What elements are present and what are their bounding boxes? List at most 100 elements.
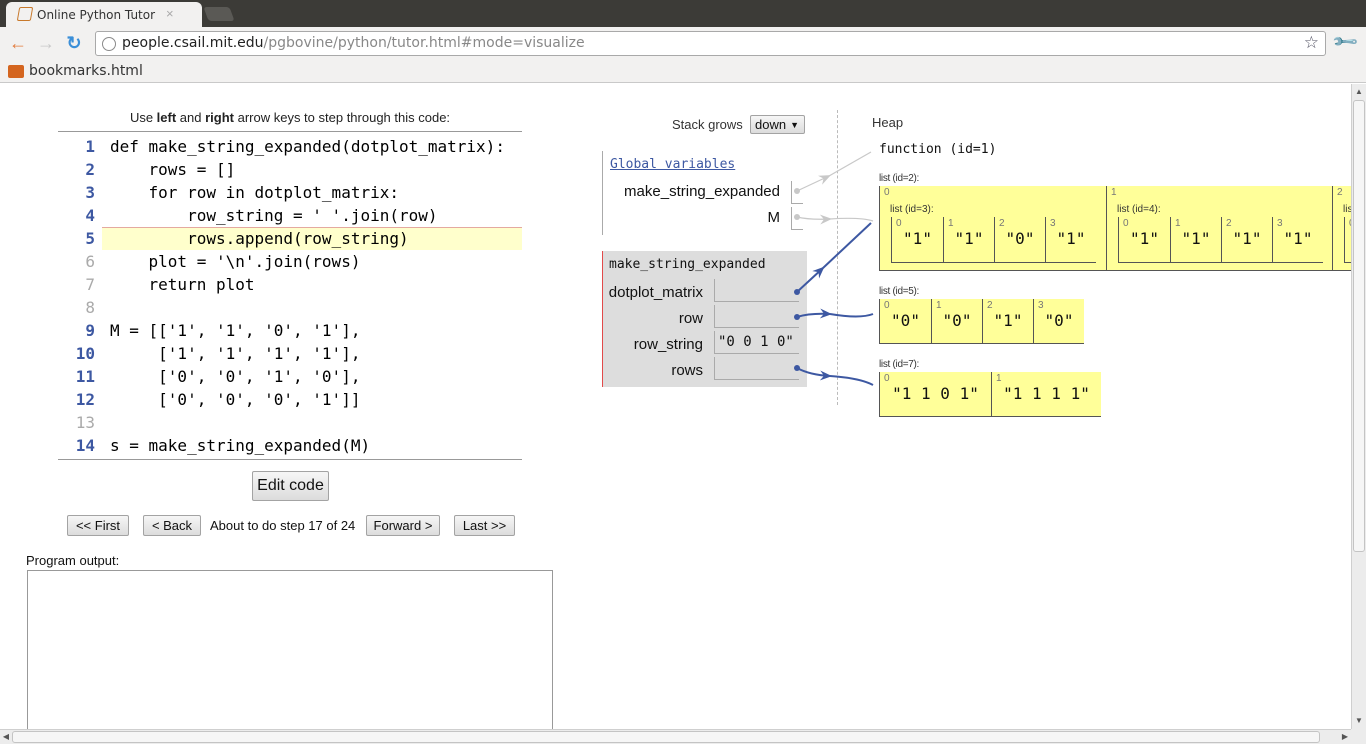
- url-host: people.csail.mit.edu: [122, 35, 264, 51]
- python-tutor-favicon-icon: [16, 7, 34, 21]
- vertical-scrollbar[interactable]: ▲ ▼: [1351, 84, 1366, 729]
- back-arrow-icon[interactable]: ←: [7, 32, 29, 54]
- code-line: 13: [58, 411, 522, 434]
- frame-var-value: [714, 279, 799, 302]
- browser-toolbar: ← → ↻ people.csail.mit.edu/pgbovine/pyth…: [0, 27, 1366, 60]
- line-number: 8: [85, 298, 95, 317]
- reload-icon[interactable]: ↻: [63, 32, 85, 54]
- list-value: "0": [942, 311, 972, 330]
- code-line: 2 rows = []: [58, 158, 522, 181]
- code-line: 8: [58, 296, 522, 319]
- global-variables-title[interactable]: Global variables: [610, 157, 735, 172]
- list-index: 1: [1175, 218, 1181, 229]
- instructions-left: left: [156, 110, 177, 125]
- function-frame: make_string_expanded dotplot_matrix row …: [602, 251, 807, 387]
- nested-list: 0 "1" 1 "1" 2 "0" 3 "1": [891, 217, 1096, 263]
- url-text[interactable]: people.csail.mit.edu/pgbovine/python/tut…: [122, 35, 585, 51]
- line-number: 1: [85, 137, 95, 156]
- heap-list-id2: 0 list (id=3): 0 "1" 1 "1" 2 "0" 3 "1" 1 list (id=4…: [879, 186, 1351, 271]
- frame-var-name: rows: [671, 362, 703, 379]
- new-tab-button[interactable]: [203, 7, 235, 21]
- bookmark-star-icon[interactable]: ☆: [1304, 33, 1319, 53]
- forward-arrow-icon[interactable]: →: [35, 32, 57, 54]
- line-number: 5: [85, 229, 95, 248]
- global-var-value: [791, 207, 803, 230]
- code-line: 9 M = [['1', '1', '0', '1'],: [58, 319, 522, 342]
- first-button[interactable]: << First: [67, 515, 129, 536]
- list-value: "1 1 0 1": [892, 384, 979, 403]
- code-line: 7 return plot: [58, 273, 522, 296]
- tab-close-icon[interactable]: ×: [166, 6, 174, 21]
- code-line: 3 for row in dotplot_matrix:: [58, 181, 522, 204]
- list-index: 3: [1050, 218, 1056, 229]
- instructions-text: Use: [129, 110, 157, 125]
- scroll-left-icon[interactable]: ◀: [0, 730, 12, 744]
- globe-icon: [102, 37, 116, 51]
- list-index: 1: [948, 218, 954, 229]
- nested-list: 0 "1" 1 "1" 2 "1" 3 "1": [1118, 217, 1323, 263]
- list-index: 0: [896, 218, 902, 229]
- code-line: 11 ['0', '0', '1', '0'],: [58, 365, 522, 388]
- step-status: About to do step 17 of 24: [210, 518, 356, 533]
- list-cell: 3 "0": [1033, 299, 1084, 343]
- address-bar[interactable]: people.csail.mit.edu/pgbovine/python/tut…: [95, 31, 1326, 56]
- list-cell: 2list 0: [1332, 186, 1351, 270]
- line-number: 4: [85, 206, 95, 225]
- list-cell: 0 "1 1 0 1": [880, 372, 991, 416]
- list-cell: 1 "1": [1170, 217, 1221, 262]
- list-index: 0: [1123, 218, 1129, 229]
- list-cell: 3 "1": [1272, 217, 1323, 262]
- frame-var-value: [714, 357, 799, 380]
- vertical-scroll-thumb[interactable]: [1353, 100, 1365, 552]
- edit-code-button[interactable]: Edit code: [252, 471, 329, 501]
- list-value: "0": [1005, 229, 1035, 248]
- list-value: "0": [891, 311, 920, 330]
- line-number: 12: [75, 390, 95, 409]
- list-index: 1: [936, 300, 942, 311]
- last-button[interactable]: Last >>: [454, 515, 515, 536]
- browser-tab[interactable]: Online Python Tutor ×: [6, 2, 202, 28]
- list-value: "1": [1181, 229, 1211, 248]
- list-cell: 0 list (id=3): 0 "1" 1 "1" 2 "0" 3 "1": [880, 186, 1106, 270]
- horizontal-scrollbar[interactable]: ◀ ▶: [0, 729, 1351, 744]
- instructions-text: and: [176, 110, 206, 125]
- heap-list-id5: 0 "0" 1 "0" 2 "1" 3 "0": [879, 299, 1084, 344]
- stack-direction-select[interactable]: down ▼: [750, 115, 805, 134]
- global-var-name: M: [767, 209, 781, 226]
- line-number: 6: [85, 252, 95, 271]
- code-text: ['0', '0', '1', '0'],: [110, 367, 361, 386]
- instructions-text: arrow keys to step through this code:: [233, 110, 451, 125]
- instructions-right: right: [205, 110, 234, 125]
- list-index: 2: [1337, 187, 1343, 198]
- code-line: 4 row_string = ' '.join(row): [58, 204, 522, 227]
- page-content: Use left and right arrow keys to step th…: [0, 84, 1351, 729]
- bookmark-item[interactable]: bookmarks.html: [29, 63, 143, 79]
- scroll-right-icon[interactable]: ▶: [1339, 730, 1351, 744]
- program-output-textarea[interactable]: [27, 570, 553, 729]
- back-button[interactable]: < Back: [143, 515, 201, 536]
- list-cell: 1 list (id=4): 0 "1" 1 "1" 2 "1" 3 "1": [1106, 186, 1332, 270]
- list-cell: 0 "1": [1119, 217, 1170, 262]
- list-index: 2: [987, 300, 993, 311]
- list-index: 3: [1038, 300, 1044, 311]
- list-value: "0": [1044, 311, 1074, 330]
- code-text: s = make_string_expanded(M): [110, 436, 371, 455]
- list-value: "1": [903, 229, 932, 248]
- scroll-up-icon[interactable]: ▲: [1352, 85, 1366, 99]
- list-value: "1": [1232, 229, 1262, 248]
- global-var-name: make_string_expanded: [624, 183, 780, 200]
- list-label: list (id=2):: [879, 173, 920, 184]
- code-text: ['0', '0', '0', '1']]: [110, 390, 361, 409]
- code-line-current: 5 rows.append(row_string): [58, 227, 522, 250]
- list-index: 0: [884, 373, 890, 384]
- horizontal-scroll-thumb[interactable]: [12, 731, 1320, 743]
- forward-button[interactable]: Forward >: [366, 515, 440, 536]
- nested-list-label: list: [1343, 204, 1351, 215]
- code-line: 1 def make_string_expanded(dotplot_matrix…: [58, 135, 522, 158]
- wrench-menu-icon[interactable]: 🔧: [1331, 27, 1360, 56]
- list-value: "1 1 1 1": [1003, 384, 1090, 403]
- scroll-down-icon[interactable]: ▼: [1352, 714, 1366, 728]
- list-value: "1": [954, 229, 984, 248]
- line-number: 3: [85, 183, 95, 202]
- list-label: list (id=7):: [879, 359, 920, 370]
